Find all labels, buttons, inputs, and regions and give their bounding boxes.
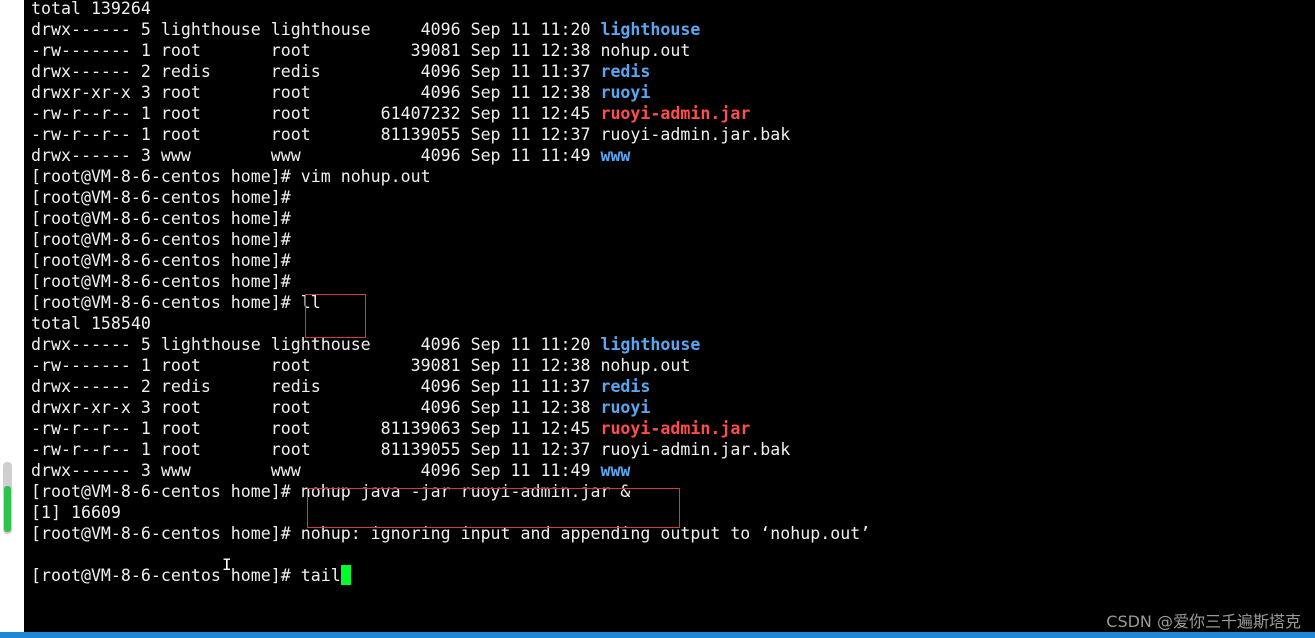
terminal-text: drwx------ 3 www www 4096 Sep 11 11:49 bbox=[31, 146, 601, 165]
terminal-line: -rw-r--r-- 1 root root 81139055 Sep 11 1… bbox=[31, 439, 870, 460]
terminal-text: -rw------- 1 root root 39081 Sep 11 12:3… bbox=[31, 356, 691, 375]
directory-name: lighthouse bbox=[600, 20, 701, 39]
terminal-line: [root@VM-8-6-centos home]# bbox=[31, 187, 870, 208]
left-gutter bbox=[0, 0, 24, 638]
terminal-text: total 158540 bbox=[31, 314, 151, 333]
directory-name: lighthouse bbox=[600, 335, 701, 354]
terminal-line: total 158540 bbox=[31, 313, 870, 334]
text-cursor bbox=[340, 565, 351, 585]
terminal-line: -rw------- 1 root root 39081 Sep 11 12:3… bbox=[31, 355, 870, 376]
terminal-line: total 139264 bbox=[31, 0, 870, 19]
terminal-text: -rw-r--r-- 1 root root 81139055 Sep 11 1… bbox=[31, 440, 791, 459]
terminal-line: -rw------- 1 root root 39081 Sep 11 12:3… bbox=[31, 40, 870, 61]
watermark: CSDN @爱你三千遍斯塔克 bbox=[1106, 612, 1301, 631]
terminal-line: [root@VM-8-6-centos home]# ll bbox=[31, 292, 870, 313]
terminal-line: drwx------ 5 lighthouse lighthouse 4096 … bbox=[31, 19, 870, 40]
terminal-line: [root@VM-8-6-centos home]# bbox=[31, 250, 870, 271]
terminal-text: [root@VM-8-6-centos home]# vim nohup.out bbox=[31, 167, 431, 186]
terminal-text: -rw-r--r-- 1 root root 81139063 Sep 11 1… bbox=[31, 419, 601, 438]
terminal-line: drwx------ 3 www www 4096 Sep 11 11:49 w… bbox=[31, 145, 870, 166]
terminal-line: -rw-r--r-- 1 root root 81139055 Sep 11 1… bbox=[31, 124, 870, 145]
terminal-line: [root@VM-8-6-centos home]# bbox=[31, 229, 870, 250]
terminal-line: [root@VM-8-6-centos home]# bbox=[31, 271, 870, 292]
terminal-line: drwx------ 2 redis redis 4096 Sep 11 11:… bbox=[31, 376, 870, 397]
terminal-line: [root@VM-8-6-centos home]# vim nohup.out bbox=[31, 166, 870, 187]
terminal-text: [root@VM-8-6-centos home]# bbox=[31, 272, 291, 291]
scrollbar-thumb[interactable] bbox=[4, 486, 11, 532]
terminal-line: drwxr-xr-x 3 root root 4096 Sep 11 12:38… bbox=[31, 82, 870, 103]
directory-name: ruoyi bbox=[600, 398, 651, 417]
bottom-status-bar bbox=[0, 632, 1315, 638]
highlight-box-ll-command bbox=[305, 294, 366, 338]
terminal-text: drwxr-xr-x 3 root root 4096 Sep 11 12:38 bbox=[31, 83, 601, 102]
terminal-text: drwx------ 2 redis redis 4096 Sep 11 11:… bbox=[31, 377, 601, 396]
terminal-text: -rw-r--r-- 1 root root 61407232 Sep 11 1… bbox=[31, 104, 601, 123]
terminal-line: drwx------ 2 redis redis 4096 Sep 11 11:… bbox=[31, 61, 870, 82]
terminal-line: drwxr-xr-x 3 root root 4096 Sep 11 12:38… bbox=[31, 397, 870, 418]
directory-name: www bbox=[600, 461, 631, 480]
terminal-line: [root@VM-8-6-centos home]# bbox=[31, 208, 870, 229]
terminal-text: [root@VM-8-6-centos home]# bbox=[31, 251, 291, 270]
terminal-text: [root@VM-8-6-centos home]# bbox=[31, 230, 291, 249]
terminal-text: drwx------ 3 www www 4096 Sep 11 11:49 bbox=[31, 461, 601, 480]
directory-name: www bbox=[600, 146, 631, 165]
directory-name: redis bbox=[600, 62, 651, 81]
terminal-text: [1] 16609 bbox=[31, 503, 121, 522]
screen: total 139264 drwx------ 5 lighthouse ligh… bbox=[0, 0, 1315, 638]
terminal-text: [root@VM-8-6-centos home]# ll bbox=[31, 293, 321, 312]
terminal-window[interactable]: total 139264 drwx------ 5 lighthouse ligh… bbox=[24, 0, 1315, 632]
terminal-line: -rw-r--r-- 1 root root 61407232 Sep 11 1… bbox=[31, 103, 870, 124]
directory-name: redis bbox=[600, 377, 651, 396]
archive-file-name: ruoyi-admin.jar bbox=[600, 104, 751, 123]
directory-name: ruoyi bbox=[600, 83, 651, 102]
terminal-text: -rw-r--r-- 1 root root 81139055 Sep 11 1… bbox=[31, 125, 791, 144]
terminal-text: drwx------ 5 lighthouse lighthouse 4096 … bbox=[31, 20, 601, 39]
terminal-text: -rw------- 1 root root 39081 Sep 11 12:3… bbox=[31, 41, 691, 60]
highlight-box-nohup-command bbox=[307, 488, 680, 528]
archive-file-name: ruoyi-admin.jar bbox=[600, 419, 751, 438]
terminal-text: drwx------ 2 redis redis 4096 Sep 11 11:… bbox=[31, 62, 601, 81]
terminal-line: [root@VM-8-6-centos home]# tail bbox=[31, 565, 870, 586]
terminal-line: drwx------ 5 lighthouse lighthouse 4096 … bbox=[31, 334, 870, 355]
terminal-text: [root@VM-8-6-centos home]# bbox=[31, 188, 291, 207]
terminal-text: drwxr-xr-x 3 root root 4096 Sep 11 12:38 bbox=[31, 398, 601, 417]
terminal-line: drwx------ 3 www www 4096 Sep 11 11:49 w… bbox=[31, 460, 870, 481]
ibeam-cursor-icon: I bbox=[222, 555, 232, 574]
terminal-text: [root@VM-8-6-centos home]# bbox=[31, 209, 291, 228]
terminal-text: [root@VM-8-6-centos home]# tail bbox=[31, 566, 341, 585]
terminal-text: total 139264 bbox=[31, 0, 151, 18]
terminal-line: -rw-r--r-- 1 root root 81139063 Sep 11 1… bbox=[31, 418, 870, 439]
